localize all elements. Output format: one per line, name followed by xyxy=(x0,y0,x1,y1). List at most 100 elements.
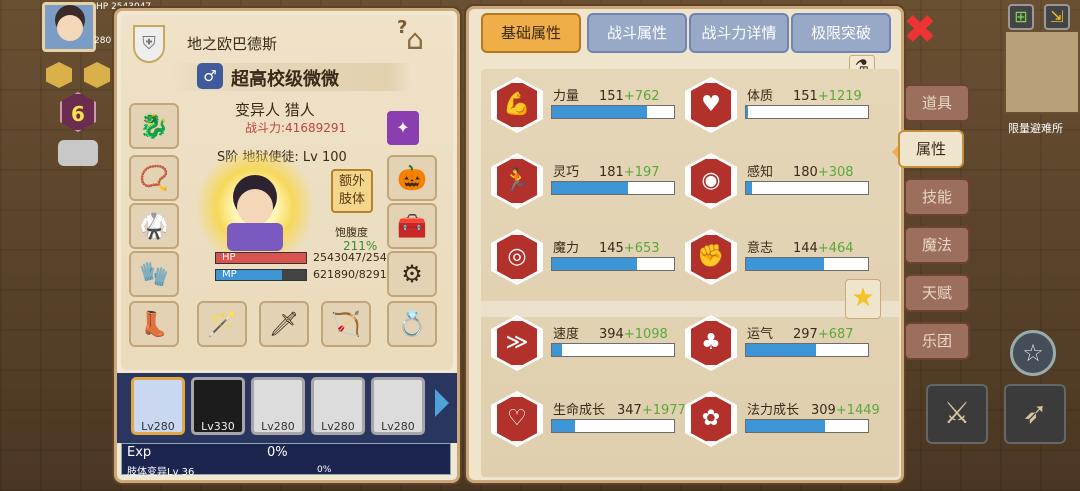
character-sprite xyxy=(191,151,319,263)
equip-slot-necklace-icon[interactable]: 📿 xyxy=(129,155,179,201)
stat-bonus: +762 xyxy=(623,89,660,104)
stat-name: 感知 xyxy=(747,165,774,180)
stat-bar-fill xyxy=(552,420,576,432)
extra-limb-button[interactable]: 额外 肢体 xyxy=(331,169,373,213)
stat-bar-fill xyxy=(746,106,749,118)
stat-value: 394+1098 xyxy=(599,323,668,342)
stat-value: 181+197 xyxy=(599,161,660,180)
weapon-slot-staff-icon[interactable]: 🪄 xyxy=(197,301,247,347)
stat-value: 151+1219 xyxy=(793,85,862,104)
equip-slot-armor-icon[interactable]: 🥋 xyxy=(129,203,179,249)
tab-basic-attributes[interactable]: 基础属性 xyxy=(481,13,581,53)
stat-name: 生命成长 xyxy=(553,403,606,418)
stat-bar-fill xyxy=(746,258,825,270)
stat-bonus: +1098 xyxy=(623,327,668,342)
character-card[interactable]: Lv280 xyxy=(131,377,185,435)
stat-name: 速度 xyxy=(553,327,580,342)
stat-bonus: +687 xyxy=(817,327,854,342)
equip-slot-gauntlet-icon[interactable]: ⚙ xyxy=(387,251,437,297)
character-card[interactable]: Lv280 xyxy=(371,377,425,435)
stat-bar-fill xyxy=(552,106,648,118)
hp-bar: HP xyxy=(215,252,307,264)
network-icon[interactable]: ⊞ xyxy=(1008,4,1034,30)
pet-purple-icon[interactable]: ✦ xyxy=(387,111,419,145)
stat-bar-fill xyxy=(746,344,816,356)
side-tab-band[interactable]: 乐团 xyxy=(904,322,970,360)
character-card[interactable]: Lv280 xyxy=(311,377,365,435)
hunger-label: 饱腹度 xyxy=(335,226,368,239)
hp-value: 2543047/254 xyxy=(313,251,387,264)
character-class: 变异人 猎人 xyxy=(235,101,315,119)
bow-skill-icon[interactable]: ➶ xyxy=(1004,384,1066,444)
close-icon[interactable]: ✖ xyxy=(900,10,940,50)
stat-bar-fill xyxy=(552,344,562,356)
stat-bar xyxy=(745,419,869,433)
side-tab-magic[interactable]: 魔法 xyxy=(904,226,970,264)
stat-name: 运气 xyxy=(747,327,774,342)
equip-slot-ring-icon[interactable]: 💍 xyxy=(387,301,437,347)
stat-name: 意志 xyxy=(747,241,774,256)
realm-name: 地之欧巴德斯 xyxy=(187,35,278,53)
stat-bar-fill xyxy=(746,182,753,194)
stat-name: 魔力 xyxy=(553,241,580,256)
character-title: 超高校级微微 xyxy=(231,69,339,90)
weapon-slot-spear-icon[interactable]: 🗡 xyxy=(259,301,309,347)
stat-base: 347 xyxy=(617,403,642,418)
stat-name: 力量 xyxy=(553,89,580,104)
side-tab-attributes[interactable]: 属性 xyxy=(898,130,964,168)
equip-slot-gloves-icon[interactable]: 🧤 xyxy=(129,251,179,297)
next-arrow-icon[interactable] xyxy=(435,389,449,417)
tab-combat-attributes[interactable]: 战斗属性 xyxy=(587,13,687,53)
equip-slot-pumpkin-icon[interactable]: 🎃 xyxy=(387,155,437,201)
pause-icon[interactable] xyxy=(58,140,98,166)
character-card[interactable]: Lv330 xyxy=(191,377,245,435)
stat-name: 体质 xyxy=(747,89,774,104)
stat-base: 151 xyxy=(599,89,624,104)
stat-bar xyxy=(551,419,675,433)
stat-value: 309+1449 xyxy=(811,399,880,418)
tab-power-details[interactable]: 战斗力详情 xyxy=(689,13,789,53)
stat-bonus: +1977 xyxy=(641,403,686,418)
equip-slot-helmet-icon[interactable]: 🐉 xyxy=(129,103,179,149)
mp-bar: MP xyxy=(215,269,307,281)
tab-limit-break[interactable]: 极限突破 xyxy=(791,13,891,53)
side-tab-talent[interactable]: 天赋 xyxy=(904,274,970,312)
limb-exp-value: 0% xyxy=(317,465,332,475)
sword-skill-icon[interactable]: ⚔ xyxy=(926,384,988,444)
side-tab-skills[interactable]: 技能 xyxy=(904,178,970,216)
stat-bonus: +464 xyxy=(817,241,854,256)
stat-bonus: +308 xyxy=(817,165,854,180)
stat-value: 151+762 xyxy=(599,85,660,104)
stat-bar xyxy=(551,343,675,357)
stat-bar xyxy=(745,343,869,357)
stat-bar xyxy=(745,257,869,271)
stat-bar xyxy=(551,181,675,195)
stat-base: 181 xyxy=(599,165,624,180)
limb-exp-label: 肢体变异Lv 36 xyxy=(127,467,195,478)
stat-value: 180+308 xyxy=(793,161,854,180)
stat-bonus: +1449 xyxy=(835,403,880,418)
favorite-star-icon[interactable]: ☆ xyxy=(1010,330,1056,376)
stat-bonus: +197 xyxy=(623,165,660,180)
exit-icon[interactable]: ⇲ xyxy=(1044,4,1070,30)
stat-bonus: +1219 xyxy=(817,89,862,104)
stat-value: 145+653 xyxy=(599,237,660,256)
map-location-label: 限量避难所 xyxy=(1008,122,1063,135)
character-card[interactable]: Lv280 xyxy=(251,377,305,435)
stat-bonus: +653 xyxy=(623,241,660,256)
question-icon[interactable]: ? xyxy=(397,17,407,38)
equip-slot-chest-icon[interactable]: 🧰 xyxy=(387,203,437,249)
stat-base: 309 xyxy=(811,403,836,418)
stat-value: 347+1977 xyxy=(617,399,686,418)
stat-bar-fill xyxy=(552,258,638,270)
equip-slot-boots-icon[interactable]: 👢 xyxy=(129,301,179,347)
minimap[interactable] xyxy=(1004,30,1080,114)
stat-base: 394 xyxy=(599,327,624,342)
stat-bar xyxy=(551,257,675,271)
weapon-slot-bow-icon[interactable]: 🏹 xyxy=(321,301,371,347)
star-icon[interactable]: ★ xyxy=(845,279,881,319)
player-avatar[interactable] xyxy=(42,2,96,52)
mp-value: 621890/8291 xyxy=(313,268,387,281)
attributes-panel: 基础属性 战斗属性 战斗力详情 极限突破 ⚗ 💪 力量 151+762 ♥ 体质 151+… xyxy=(466,6,904,483)
side-tab-items[interactable]: 道具 xyxy=(904,84,970,122)
